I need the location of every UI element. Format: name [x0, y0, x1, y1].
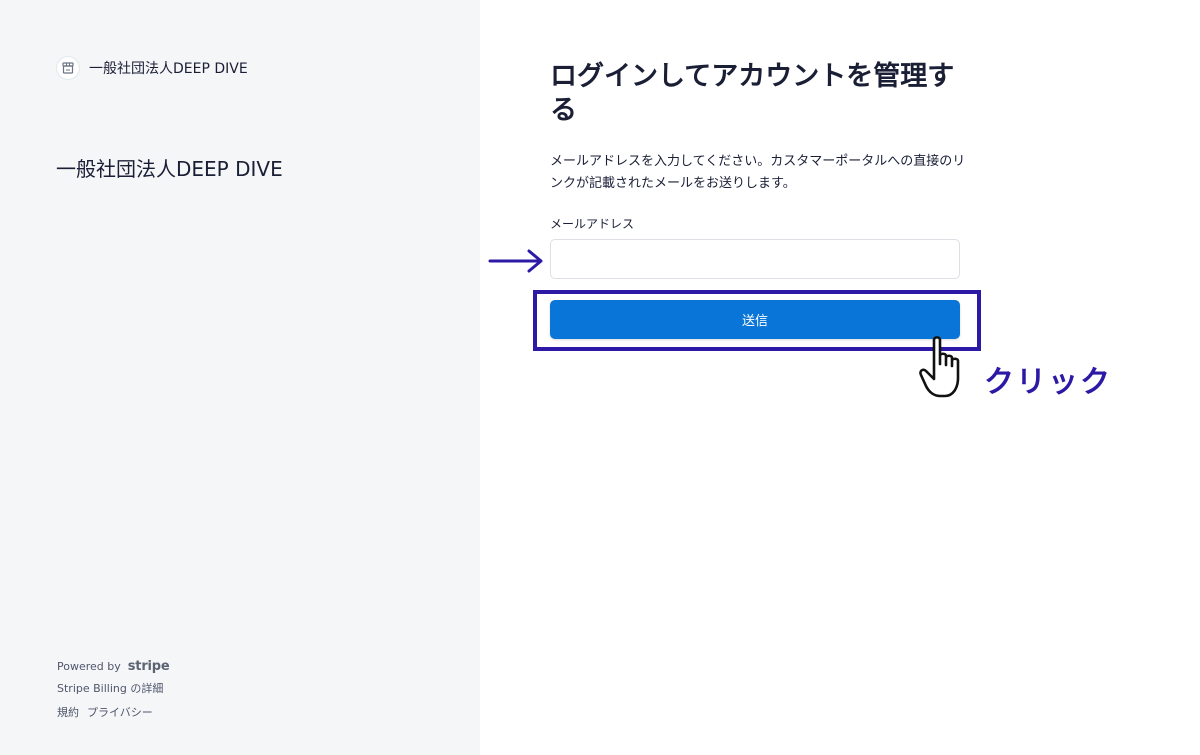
- sidebar-footer: Powered by stripe Stripe Billing の詳細 規約 …: [57, 656, 170, 720]
- business-name: 一般社団法人DEEP DIVE: [56, 157, 283, 181]
- submit-button[interactable]: 送信: [550, 300, 960, 339]
- email-label: メールアドレス: [550, 217, 635, 231]
- stripe-billing-link[interactable]: Stripe Billing の詳細: [57, 680, 170, 698]
- sidebar-panel: 一般社団法人DEEP DIVE 一般社団法人DEEP DIVE Powered …: [0, 0, 480, 755]
- storefront-icon: [56, 56, 80, 80]
- brand-header[interactable]: 一般社団法人DEEP DIVE: [56, 56, 248, 80]
- email-field[interactable]: [550, 239, 960, 279]
- instructions-text: メールアドレスを入力してください。カスタマーポータルへの直接のリンクが記載された…: [550, 154, 966, 191]
- privacy-link[interactable]: プライバシー: [87, 704, 153, 720]
- stripe-logo: stripe: [127, 658, 170, 674]
- brand-name: 一般社団法人DEEP DIVE: [89, 61, 248, 77]
- pointing-hand-icon: [918, 334, 974, 404]
- right-arrow-icon: [488, 248, 546, 278]
- powered-by-stripe[interactable]: Powered by stripe: [57, 656, 170, 676]
- footer-links: 規約 プライバシー: [57, 704, 170, 720]
- terms-link[interactable]: 規約: [57, 704, 79, 720]
- powered-by-text: Powered by: [57, 659, 121, 673]
- click-annotation-label: クリック: [984, 365, 1112, 400]
- page-title: ログインしてアカウントを管理する: [550, 61, 955, 126]
